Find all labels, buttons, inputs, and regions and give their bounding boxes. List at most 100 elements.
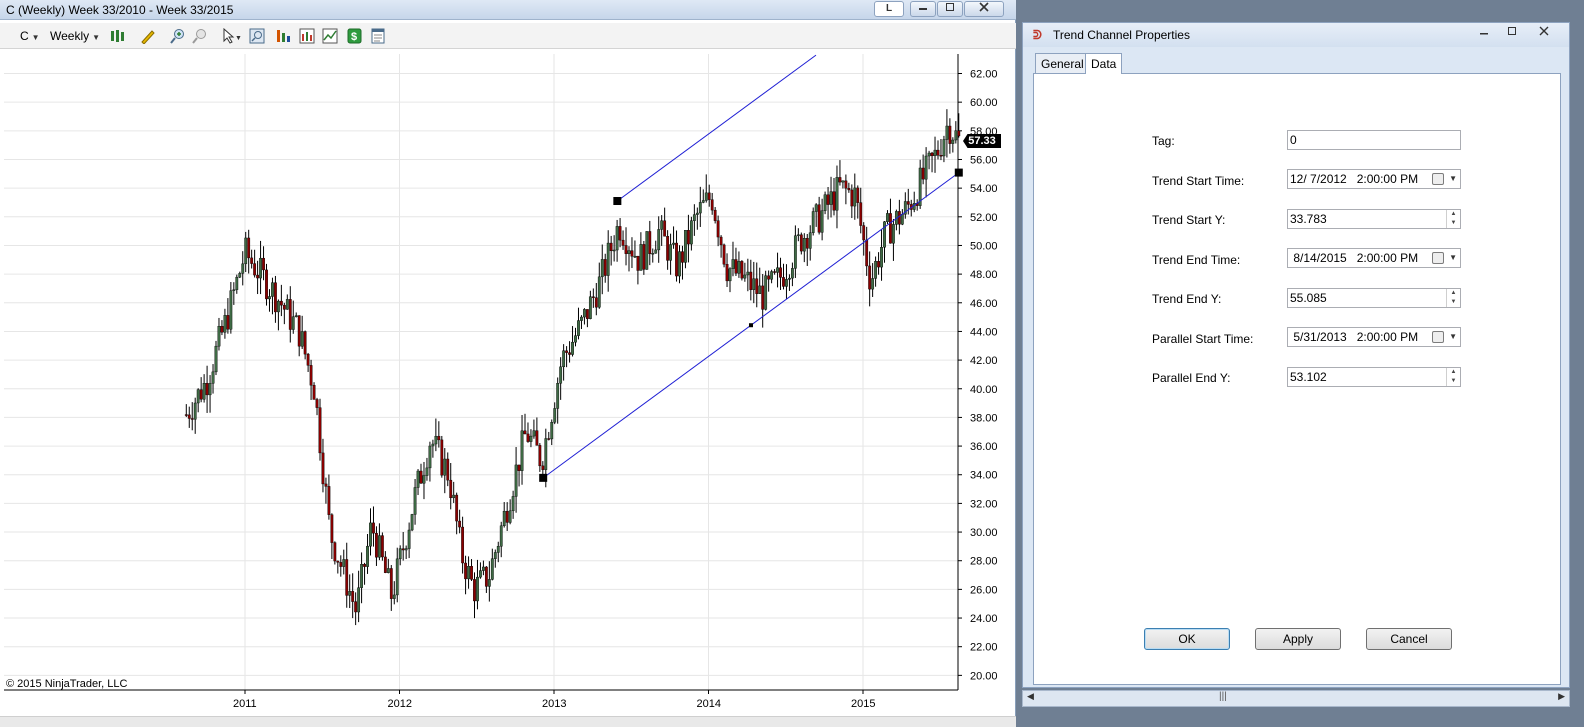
strategies-icon[interactable] xyxy=(299,28,315,44)
zoom-out-icon[interactable] xyxy=(192,28,208,44)
dialog-close-button[interactable] xyxy=(1533,26,1555,40)
candle-body xyxy=(785,279,788,287)
magnifier-icon[interactable] xyxy=(249,28,265,44)
chart-title-bar[interactable]: C (Weekly) Week 33/2010 - Week 33/2015 L xyxy=(0,0,1016,20)
cursor-icon[interactable]: ▼ xyxy=(222,27,242,44)
tag-field[interactable]: 0 xyxy=(1287,130,1461,150)
dialog-maximize-button[interactable] xyxy=(1501,26,1523,40)
candle-body xyxy=(603,259,607,276)
parallel-end-y-field[interactable]: 53.102 ▲ ▼ xyxy=(1287,367,1461,387)
candle-body xyxy=(618,226,622,241)
chevron-down-icon[interactable]: ▼ xyxy=(1449,170,1457,188)
candle-body xyxy=(559,366,563,384)
candle-body xyxy=(229,290,233,330)
candle-body xyxy=(630,250,634,257)
candle-body xyxy=(615,226,619,251)
tab-data[interactable]: Data xyxy=(1085,53,1123,74)
parallel-start-time-value: 5/31/2013 2:00:00 PM xyxy=(1290,330,1419,344)
indicators-icon[interactable] xyxy=(276,28,292,44)
candle-body xyxy=(799,234,803,252)
calendar-icon[interactable] xyxy=(1432,252,1444,264)
candle-body xyxy=(232,289,236,291)
data-box-icon[interactable] xyxy=(370,28,386,44)
candle-body xyxy=(933,149,937,157)
trend-end-time-picker[interactable]: 8/14/2015 2:00:00 PM ▼ xyxy=(1287,248,1461,268)
candle-body xyxy=(223,315,227,333)
minimize-button[interactable] xyxy=(910,1,936,17)
trend-mid-anchor xyxy=(748,323,753,328)
numeric-spinner-icon[interactable]: ▲ ▼ xyxy=(1446,210,1460,228)
calendar-icon[interactable] xyxy=(1432,331,1444,343)
x-tick-label: 2012 xyxy=(388,698,412,710)
candle-body xyxy=(574,335,577,343)
trend-start-y-value: 33.783 xyxy=(1290,212,1327,226)
dialog-title-bar[interactable]: ᕲ Trend Channel Properties xyxy=(1023,23,1569,47)
candle-body xyxy=(449,479,453,499)
instrument-selector[interactable]: C ▼ xyxy=(20,27,40,45)
tab-general[interactable]: General xyxy=(1035,53,1090,73)
trend-start-time-picker[interactable]: 12/ 7/2012 2:00:00 PM ▼ xyxy=(1287,169,1461,189)
candle-body xyxy=(782,277,785,287)
candle-body xyxy=(734,259,738,274)
candle-body xyxy=(187,414,191,419)
price-chart[interactable]: 62.0060.0058.0056.0054.0052.0050.0048.00… xyxy=(0,50,1016,716)
numeric-spinner-icon[interactable]: ▲ ▼ xyxy=(1446,368,1460,386)
candle-body xyxy=(773,271,776,273)
chart-horizontal-scrollbar[interactable] xyxy=(0,716,1016,727)
candle-body xyxy=(725,264,729,282)
close-icon xyxy=(1539,26,1549,36)
candle-body xyxy=(360,564,363,588)
x-tick-label: 2014 xyxy=(697,698,721,710)
candle-body xyxy=(707,192,711,200)
interval-selector[interactable]: Weekly ▼ xyxy=(50,27,100,45)
apply-button[interactable]: Apply xyxy=(1255,628,1341,650)
dialog-minimize-button[interactable] xyxy=(1473,26,1495,40)
candle-body xyxy=(565,350,568,353)
candle-body xyxy=(309,365,313,386)
trend-start-y-field[interactable]: 33.783 ▲ ▼ xyxy=(1287,209,1461,229)
candle-body xyxy=(348,591,352,596)
scroll-left-icon[interactable]: ◀ xyxy=(1027,691,1034,702)
dialog-horizontal-scrollbar[interactable]: ◀ ||| ▶ xyxy=(1022,690,1570,707)
chevron-down-icon[interactable]: ▼ xyxy=(1449,328,1457,346)
candle-body xyxy=(288,299,292,330)
minimize-icon xyxy=(919,8,927,10)
trend-end-y-field[interactable]: 55.085 ▲ ▼ xyxy=(1287,288,1461,308)
calendar-icon[interactable] xyxy=(1432,173,1444,185)
candle-body xyxy=(514,464,518,497)
candle-body xyxy=(731,259,735,269)
candle-body xyxy=(722,244,726,265)
close-button[interactable] xyxy=(964,1,1004,17)
zoom-in-icon[interactable] xyxy=(170,28,186,44)
chevron-down-icon[interactable]: ▼ xyxy=(1449,249,1457,267)
scroll-right-icon[interactable]: ▶ xyxy=(1558,691,1565,702)
chart-properties-icon[interactable] xyxy=(322,28,338,44)
candle-body xyxy=(265,269,268,300)
candle-body xyxy=(297,315,301,347)
y-tick-label: 52.00 xyxy=(970,212,998,224)
chevron-down-icon: ▼ xyxy=(92,33,101,42)
parallel-start-time-picker[interactable]: 5/31/2013 2:00:00 PM ▼ xyxy=(1287,327,1461,347)
link-badge-button[interactable]: L xyxy=(874,1,904,17)
ok-button[interactable]: OK xyxy=(1144,628,1230,650)
candle-body xyxy=(853,187,857,207)
candle-body xyxy=(511,496,515,512)
trend-start-time-value: 12/ 7/2012 2:00:00 PM xyxy=(1290,172,1419,186)
candle-body xyxy=(791,268,794,279)
candle-body xyxy=(892,224,895,244)
candle-body xyxy=(927,152,931,157)
candle-body xyxy=(425,467,429,476)
minimize-icon xyxy=(1480,33,1488,35)
numeric-spinner-icon[interactable]: ▲ ▼ xyxy=(1446,289,1460,307)
pencil-draw-icon[interactable] xyxy=(140,28,156,45)
candle-body xyxy=(856,187,860,203)
cancel-button[interactable]: Cancel xyxy=(1366,628,1452,650)
dollar-icon[interactable]: $ xyxy=(347,28,363,44)
bar-type-icon[interactable] xyxy=(110,28,126,44)
y-tick-label: 22.00 xyxy=(970,642,998,654)
candle-body xyxy=(193,402,197,420)
maximize-button[interactable] xyxy=(937,1,963,17)
candle-body xyxy=(746,271,750,276)
y-tick-label: 36.00 xyxy=(970,441,998,453)
trend-channel-properties-dialog: ᕲ Trend Channel Properties General Data … xyxy=(1022,22,1570,688)
